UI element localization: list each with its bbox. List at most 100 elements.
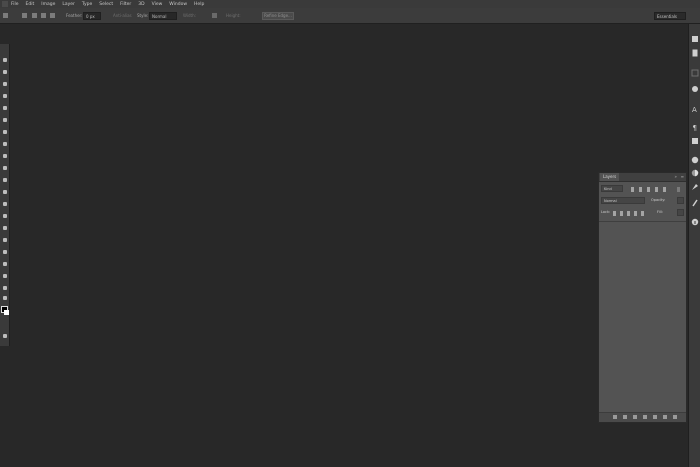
fill-input[interactable] bbox=[677, 209, 684, 216]
navigator-icon[interactable] bbox=[691, 69, 699, 77]
blend-row: Normal Opacity: bbox=[601, 197, 684, 205]
background-color-swatch[interactable] bbox=[4, 310, 9, 315]
filter-kind-select[interactable]: Kind bbox=[601, 185, 623, 192]
workspace-select[interactable]: Essentials bbox=[654, 12, 686, 20]
filter-type-icon[interactable] bbox=[647, 186, 650, 192]
filter-shape-icon[interactable] bbox=[655, 186, 658, 192]
menu-bar: File Edit Image Layer Type Select Filter… bbox=[0, 0, 700, 8]
menu-file[interactable]: File bbox=[11, 2, 19, 7]
menu-3d[interactable]: 3D bbox=[138, 2, 144, 7]
quick-mask-icon[interactable] bbox=[2, 333, 8, 339]
fill-label: Fill: bbox=[657, 210, 663, 214]
svg-text:¶: ¶ bbox=[693, 124, 697, 131]
history-brush-tool-icon[interactable] bbox=[2, 165, 8, 171]
clone-source-icon[interactable] bbox=[691, 85, 699, 93]
brushes-icon[interactable] bbox=[691, 199, 699, 207]
add-mask-icon[interactable] bbox=[633, 415, 637, 419]
add-selection-icon[interactable] bbox=[32, 13, 37, 18]
new-group-icon[interactable] bbox=[653, 415, 657, 419]
marquee-tool-icon[interactable] bbox=[2, 69, 8, 75]
menu-filter[interactable]: Filter bbox=[120, 2, 131, 7]
delete-layer-icon[interactable] bbox=[673, 415, 677, 419]
tools-panel bbox=[0, 44, 10, 346]
app-logo-icon bbox=[2, 1, 8, 7]
lock-all-icon[interactable] bbox=[641, 210, 644, 216]
new-layer-icon[interactable] bbox=[663, 415, 667, 419]
gradient-tool-icon[interactable] bbox=[2, 189, 8, 195]
filter-pixel-icon[interactable] bbox=[631, 186, 634, 192]
dodge-tool-icon[interactable] bbox=[2, 213, 8, 219]
menu-image[interactable]: Image bbox=[41, 2, 55, 7]
lock-transparent-icon[interactable] bbox=[613, 210, 616, 216]
menu-window[interactable]: Window bbox=[169, 2, 187, 7]
lasso-tool-icon[interactable] bbox=[2, 81, 8, 87]
divider bbox=[599, 221, 686, 222]
styles-icon[interactable] bbox=[691, 183, 699, 191]
antialias-label[interactable]: Anti-alias bbox=[113, 13, 132, 18]
actions-icon[interactable] bbox=[691, 49, 699, 57]
brush-tool-icon[interactable] bbox=[2, 141, 8, 147]
panel-menu-icon[interactable]: ≡ bbox=[681, 173, 684, 181]
tab-layers[interactable]: Layers bbox=[600, 173, 620, 181]
eyedropper-tool-icon[interactable] bbox=[2, 117, 8, 123]
type-tool-icon[interactable] bbox=[2, 237, 8, 243]
hand-tool-icon[interactable] bbox=[2, 273, 8, 279]
lock-artboard-icon[interactable] bbox=[634, 210, 637, 216]
swap-dimensions-icon[interactable] bbox=[212, 13, 217, 18]
path-selection-tool-icon[interactable] bbox=[2, 249, 8, 255]
quick-selection-tool-icon[interactable] bbox=[2, 93, 8, 99]
new-selection-icon[interactable] bbox=[22, 13, 27, 18]
collapse-icon[interactable]: » bbox=[675, 173, 677, 181]
lock-image-icon[interactable] bbox=[620, 210, 623, 216]
feather-label: Feather: bbox=[66, 13, 83, 18]
blur-tool-icon[interactable] bbox=[2, 201, 8, 207]
adjustments-icon[interactable] bbox=[691, 169, 699, 177]
zoom-tool-icon[interactable] bbox=[2, 285, 8, 291]
new-adjustment-layer-icon[interactable] bbox=[643, 415, 647, 419]
filter-adjustment-icon[interactable] bbox=[639, 186, 642, 192]
history-icon[interactable] bbox=[691, 35, 699, 43]
menu-view[interactable]: View bbox=[152, 2, 163, 7]
color-icon[interactable] bbox=[691, 156, 699, 164]
menu-help[interactable]: Help bbox=[194, 2, 204, 7]
style-select[interactable]: Normal bbox=[149, 11, 177, 20]
shape-tool-icon[interactable] bbox=[2, 261, 8, 267]
intersect-selection-icon[interactable] bbox=[50, 13, 55, 18]
clone-stamp-tool-icon[interactable] bbox=[2, 153, 8, 159]
menu-select[interactable]: Select bbox=[99, 2, 113, 7]
character-icon[interactable]: A bbox=[691, 105, 699, 113]
eraser-tool-icon[interactable] bbox=[2, 177, 8, 183]
menu-type[interactable]: Type bbox=[82, 2, 92, 7]
feather-input[interactable]: 0 px bbox=[83, 11, 101, 20]
width-label: Width: bbox=[183, 13, 196, 18]
filter-toggle-icon[interactable] bbox=[677, 186, 680, 192]
menu-layer[interactable]: Layer bbox=[62, 2, 75, 7]
layers-panel-header: Layers » ≡ bbox=[599, 173, 686, 182]
style-label: Style: bbox=[137, 13, 149, 18]
pen-tool-icon[interactable] bbox=[2, 225, 8, 231]
healing-brush-tool-icon[interactable] bbox=[2, 129, 8, 135]
opacity-input[interactable] bbox=[677, 197, 684, 204]
right-dock: A ¶ bbox=[688, 24, 700, 467]
menu-edit[interactable]: Edit bbox=[26, 2, 35, 7]
link-layers-icon[interactable] bbox=[613, 415, 617, 419]
layers-footer bbox=[599, 412, 686, 422]
filter-smart-object-icon[interactable] bbox=[663, 186, 666, 192]
glyphs-icon[interactable] bbox=[691, 137, 699, 145]
fx-icon[interactable] bbox=[623, 415, 627, 419]
swap-colors-icon[interactable] bbox=[2, 295, 8, 301]
options-bar: Feather: 0 px Anti-alias Style: Normal W… bbox=[0, 8, 700, 24]
crop-tool-icon[interactable] bbox=[2, 105, 8, 111]
subtract-selection-icon[interactable] bbox=[41, 13, 46, 18]
blend-mode-select[interactable]: Normal bbox=[601, 197, 645, 204]
marquee-tool-icon[interactable] bbox=[3, 13, 8, 18]
layers-panel: Layers » ≡ Kind Normal Opacity: Lock: Fi… bbox=[598, 172, 687, 423]
lock-position-icon[interactable] bbox=[627, 210, 630, 216]
move-tool-icon[interactable] bbox=[2, 57, 8, 63]
refine-edge-button[interactable]: Refine Edge... bbox=[262, 11, 294, 20]
paragraph-icon[interactable]: ¶ bbox=[691, 123, 699, 131]
svg-text:A: A bbox=[692, 106, 697, 113]
lock-row: Lock: Fill: bbox=[601, 209, 684, 217]
info-icon[interactable] bbox=[691, 218, 699, 226]
opacity-label: Opacity: bbox=[651, 198, 666, 202]
